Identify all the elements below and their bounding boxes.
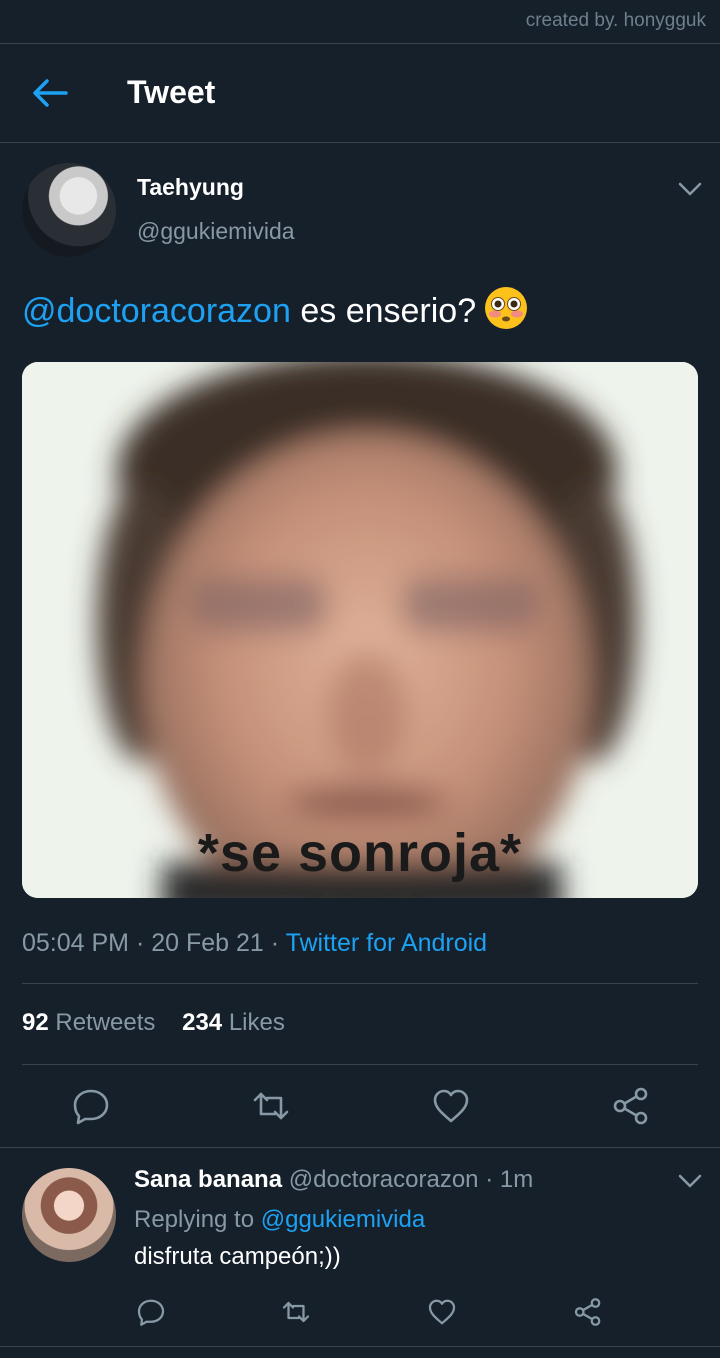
tweet-source-link[interactable]: Twitter for Android bbox=[286, 929, 487, 957]
retweet-icon[interactable] bbox=[251, 1086, 291, 1126]
back-arrow-icon[interactable] bbox=[30, 76, 68, 110]
tweet-time: 05:04 PM bbox=[22, 929, 130, 957]
tweet-body: es enserio? bbox=[290, 292, 477, 330]
reply-icon[interactable] bbox=[136, 1297, 166, 1327]
likes-stat[interactable]: 234 Likes bbox=[182, 1009, 285, 1036]
share-icon[interactable] bbox=[573, 1297, 603, 1327]
reply-text: disfruta campeón;)) bbox=[134, 1243, 341, 1270]
tweet-media-image[interactable]: *se sonroja* bbox=[22, 362, 698, 898]
like-icon[interactable] bbox=[431, 1086, 471, 1126]
divider bbox=[22, 1064, 698, 1065]
retweet-icon[interactable] bbox=[281, 1297, 311, 1327]
author-name[interactable]: Taehyung bbox=[137, 174, 244, 201]
media-caption: *se sonroja* bbox=[197, 823, 523, 883]
header-divider bbox=[0, 142, 720, 143]
likes-count: 234 bbox=[182, 1009, 223, 1036]
header: Tweet bbox=[0, 44, 720, 142]
chevron-down-icon[interactable] bbox=[677, 180, 703, 198]
retweets-stat[interactable]: 92 Retweets bbox=[22, 1009, 155, 1036]
page-title: Tweet bbox=[127, 74, 216, 110]
tweet-stats: 92 Retweets 234 Likes bbox=[22, 1009, 285, 1037]
replying-to: Replying to @ggukiemivida bbox=[134, 1206, 425, 1234]
tweet-text: @doctoracorazon es enserio? bbox=[22, 286, 528, 331]
share-icon[interactable] bbox=[611, 1086, 651, 1126]
meta-separator: · bbox=[478, 1166, 500, 1193]
replying-label: Replying to bbox=[134, 1206, 261, 1233]
replying-mention-link[interactable]: @ggukiemivida bbox=[261, 1206, 425, 1233]
avatar[interactable] bbox=[22, 163, 116, 257]
reply-icon[interactable] bbox=[71, 1086, 111, 1126]
divider bbox=[0, 1147, 720, 1148]
divider bbox=[0, 1346, 720, 1347]
reply-author-handle[interactable]: @doctoracorazon bbox=[289, 1166, 479, 1193]
like-icon[interactable] bbox=[427, 1297, 457, 1327]
reply-avatar[interactable] bbox=[22, 1168, 116, 1262]
meta-separator: · bbox=[129, 929, 152, 957]
watermark: created by. honygguk bbox=[525, 10, 706, 31]
divider bbox=[22, 983, 698, 984]
likes-label: Likes bbox=[228, 1009, 285, 1036]
author-handle[interactable]: @ggukiemivida bbox=[137, 218, 295, 245]
mention-link[interactable]: @doctoracorazon bbox=[22, 292, 291, 330]
meta-separator: · bbox=[263, 929, 286, 957]
tweet-date: 20 Feb 21 bbox=[151, 929, 264, 957]
flushed-face-emoji bbox=[484, 286, 528, 330]
chevron-down-icon[interactable] bbox=[677, 1172, 703, 1190]
tweet-metadata: 05:04 PM · 20 Feb 21 · Twitter for Andro… bbox=[22, 929, 487, 958]
reply-header: Sana banana @doctoracorazon · 1m bbox=[134, 1166, 533, 1194]
reply-author-name[interactable]: Sana banana bbox=[134, 1166, 282, 1193]
retweets-count: 92 bbox=[22, 1009, 49, 1036]
reply-time: 1m bbox=[499, 1166, 534, 1193]
retweets-label: Retweets bbox=[55, 1009, 156, 1036]
